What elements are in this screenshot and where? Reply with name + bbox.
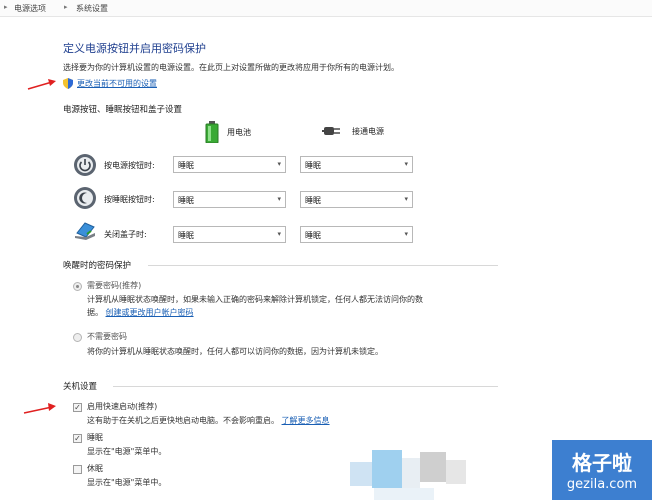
section-heading-shutdown: 关机设置 [63, 382, 98, 392]
battery-icon [205, 121, 219, 143]
breadcrumb-chevron-icon: ▸ [4, 3, 8, 11]
sleep-checkbox[interactable]: ✓ [73, 434, 82, 443]
uac-shield-icon [63, 78, 73, 89]
red-arrow-icon [27, 79, 56, 90]
power-button-battery-select[interactable]: 睡眠 ▾ [173, 156, 286, 173]
chevron-down-icon: ▾ [277, 160, 281, 168]
chevron-down-icon: ▾ [277, 230, 281, 238]
blur-block [374, 488, 434, 500]
no-password-label: 不需要密码 [87, 332, 127, 341]
require-password-label: 需要密码(推荐) [87, 281, 142, 290]
require-password-text-2-start: 据。 [87, 308, 103, 317]
power-plug-icon [322, 127, 340, 135]
sleep-button-battery-select[interactable]: 睡眠 ▾ [173, 191, 286, 208]
close-lid-ac-select[interactable]: 睡眠 ▾ [300, 226, 413, 243]
battery-column-label: 用电池 [227, 127, 251, 137]
power-button-icon [74, 154, 96, 176]
change-unavailable-settings-link[interactable]: 更改当前不可用的设置 [63, 78, 157, 89]
select-value: 睡眠 [305, 161, 321, 170]
gezila-watermark-logo: 格子啦 gezila.com [552, 440, 652, 500]
hibernate-label: 休眠 [87, 464, 103, 473]
breadcrumb-item-system-settings[interactable]: 系统设置 [76, 3, 108, 14]
fast-startup-label: 启用快速启动(推荐) [87, 402, 158, 411]
chevron-down-icon: ▾ [277, 195, 281, 203]
breadcrumb-chevron-icon: ▸ [64, 3, 68, 11]
chevron-down-icon: ▾ [404, 160, 408, 168]
chevron-down-icon: ▾ [404, 195, 408, 203]
fast-startup-description: 这有助于在关机之后更快地启动电脑。不会影响重启。 [87, 416, 279, 425]
require-password-radio[interactable] [73, 282, 82, 291]
no-password-text: 将你的计算机从睡眠状态唤醒时，任何人都可以访问你的数据，因为计算机未锁定。 [87, 347, 383, 356]
blur-block [420, 452, 446, 482]
select-value: 睡眠 [178, 231, 194, 240]
section-heading-buttons: 电源按钮、睡眠按钮和盖子设置 [63, 105, 183, 115]
sleep-label: 睡眠 [87, 433, 103, 442]
battery-column-header: 用电池 [205, 121, 251, 143]
sleep-button-label: 按睡眠按钮时: [104, 195, 155, 204]
select-value: 睡眠 [178, 161, 194, 170]
select-value: 睡眠 [178, 196, 194, 205]
watermark-en: gezila.com [566, 477, 638, 492]
ac-column-header: 接通电源 [322, 124, 384, 138]
laptop-lid-icon [75, 222, 95, 240]
chevron-down-icon: ▾ [404, 230, 408, 238]
red-arrow-icon [23, 403, 56, 414]
hibernate-text: 显示在"电源"菜单中。 [87, 478, 167, 487]
fast-startup-text: 这有助于在关机之后更快地启动电脑。不会影响重启。 了解更多信息 [87, 414, 330, 427]
section-divider [113, 386, 498, 387]
blur-block [446, 460, 466, 484]
change-link-label[interactable]: 更改当前不可用的设置 [77, 78, 157, 89]
ac-column-label: 接通电源 [352, 126, 384, 136]
close-lid-battery-select[interactable]: 睡眠 ▾ [173, 226, 286, 243]
breadcrumb: ▸ 电源选项 ▸ 系统设置 [0, 0, 652, 17]
select-value: 睡眠 [305, 196, 321, 205]
page-title: 定义电源按钮并启用密码保护 [63, 42, 206, 55]
blur-block [372, 450, 402, 488]
sleep-button-icon [74, 187, 96, 209]
create-change-password-link[interactable]: 创建或更改用户帐户密码 [106, 308, 194, 317]
hibernate-checkbox[interactable] [73, 465, 82, 474]
section-heading-password: 唤醒时的密码保护 [63, 261, 132, 271]
blur-block [402, 458, 420, 488]
sleep-button-ac-select[interactable]: 睡眠 ▾ [300, 191, 413, 208]
sleep-text: 显示在"电源"菜单中。 [87, 447, 167, 456]
close-lid-label: 关闭盖子时: [104, 230, 147, 239]
section-divider [148, 265, 498, 266]
select-value: 睡眠 [305, 231, 321, 240]
learn-more-link[interactable]: 了解更多信息 [282, 416, 330, 425]
no-password-radio[interactable] [73, 333, 82, 342]
require-password-text-1: 计算机从睡眠状态唤醒时，如果未输入正确的密码来解除计算机锁定，任何人都无法访问你… [87, 295, 423, 304]
breadcrumb-item-power-options[interactable]: 电源选项 [14, 3, 46, 14]
blur-block [350, 462, 372, 486]
power-button-label: 按电源按钮时: [104, 161, 155, 170]
watermark-cn: 格子啦 [572, 451, 632, 475]
require-password-text-2: 据。 创建或更改用户帐户密码 [87, 306, 194, 319]
page-description: 选择要为你的计算机设置的电源设置。在此页上对设置所做的更改将应用于你所有的电源计… [63, 63, 399, 72]
fast-startup-checkbox[interactable]: ✓ [73, 403, 82, 412]
power-button-ac-select[interactable]: 睡眠 ▾ [300, 156, 413, 173]
